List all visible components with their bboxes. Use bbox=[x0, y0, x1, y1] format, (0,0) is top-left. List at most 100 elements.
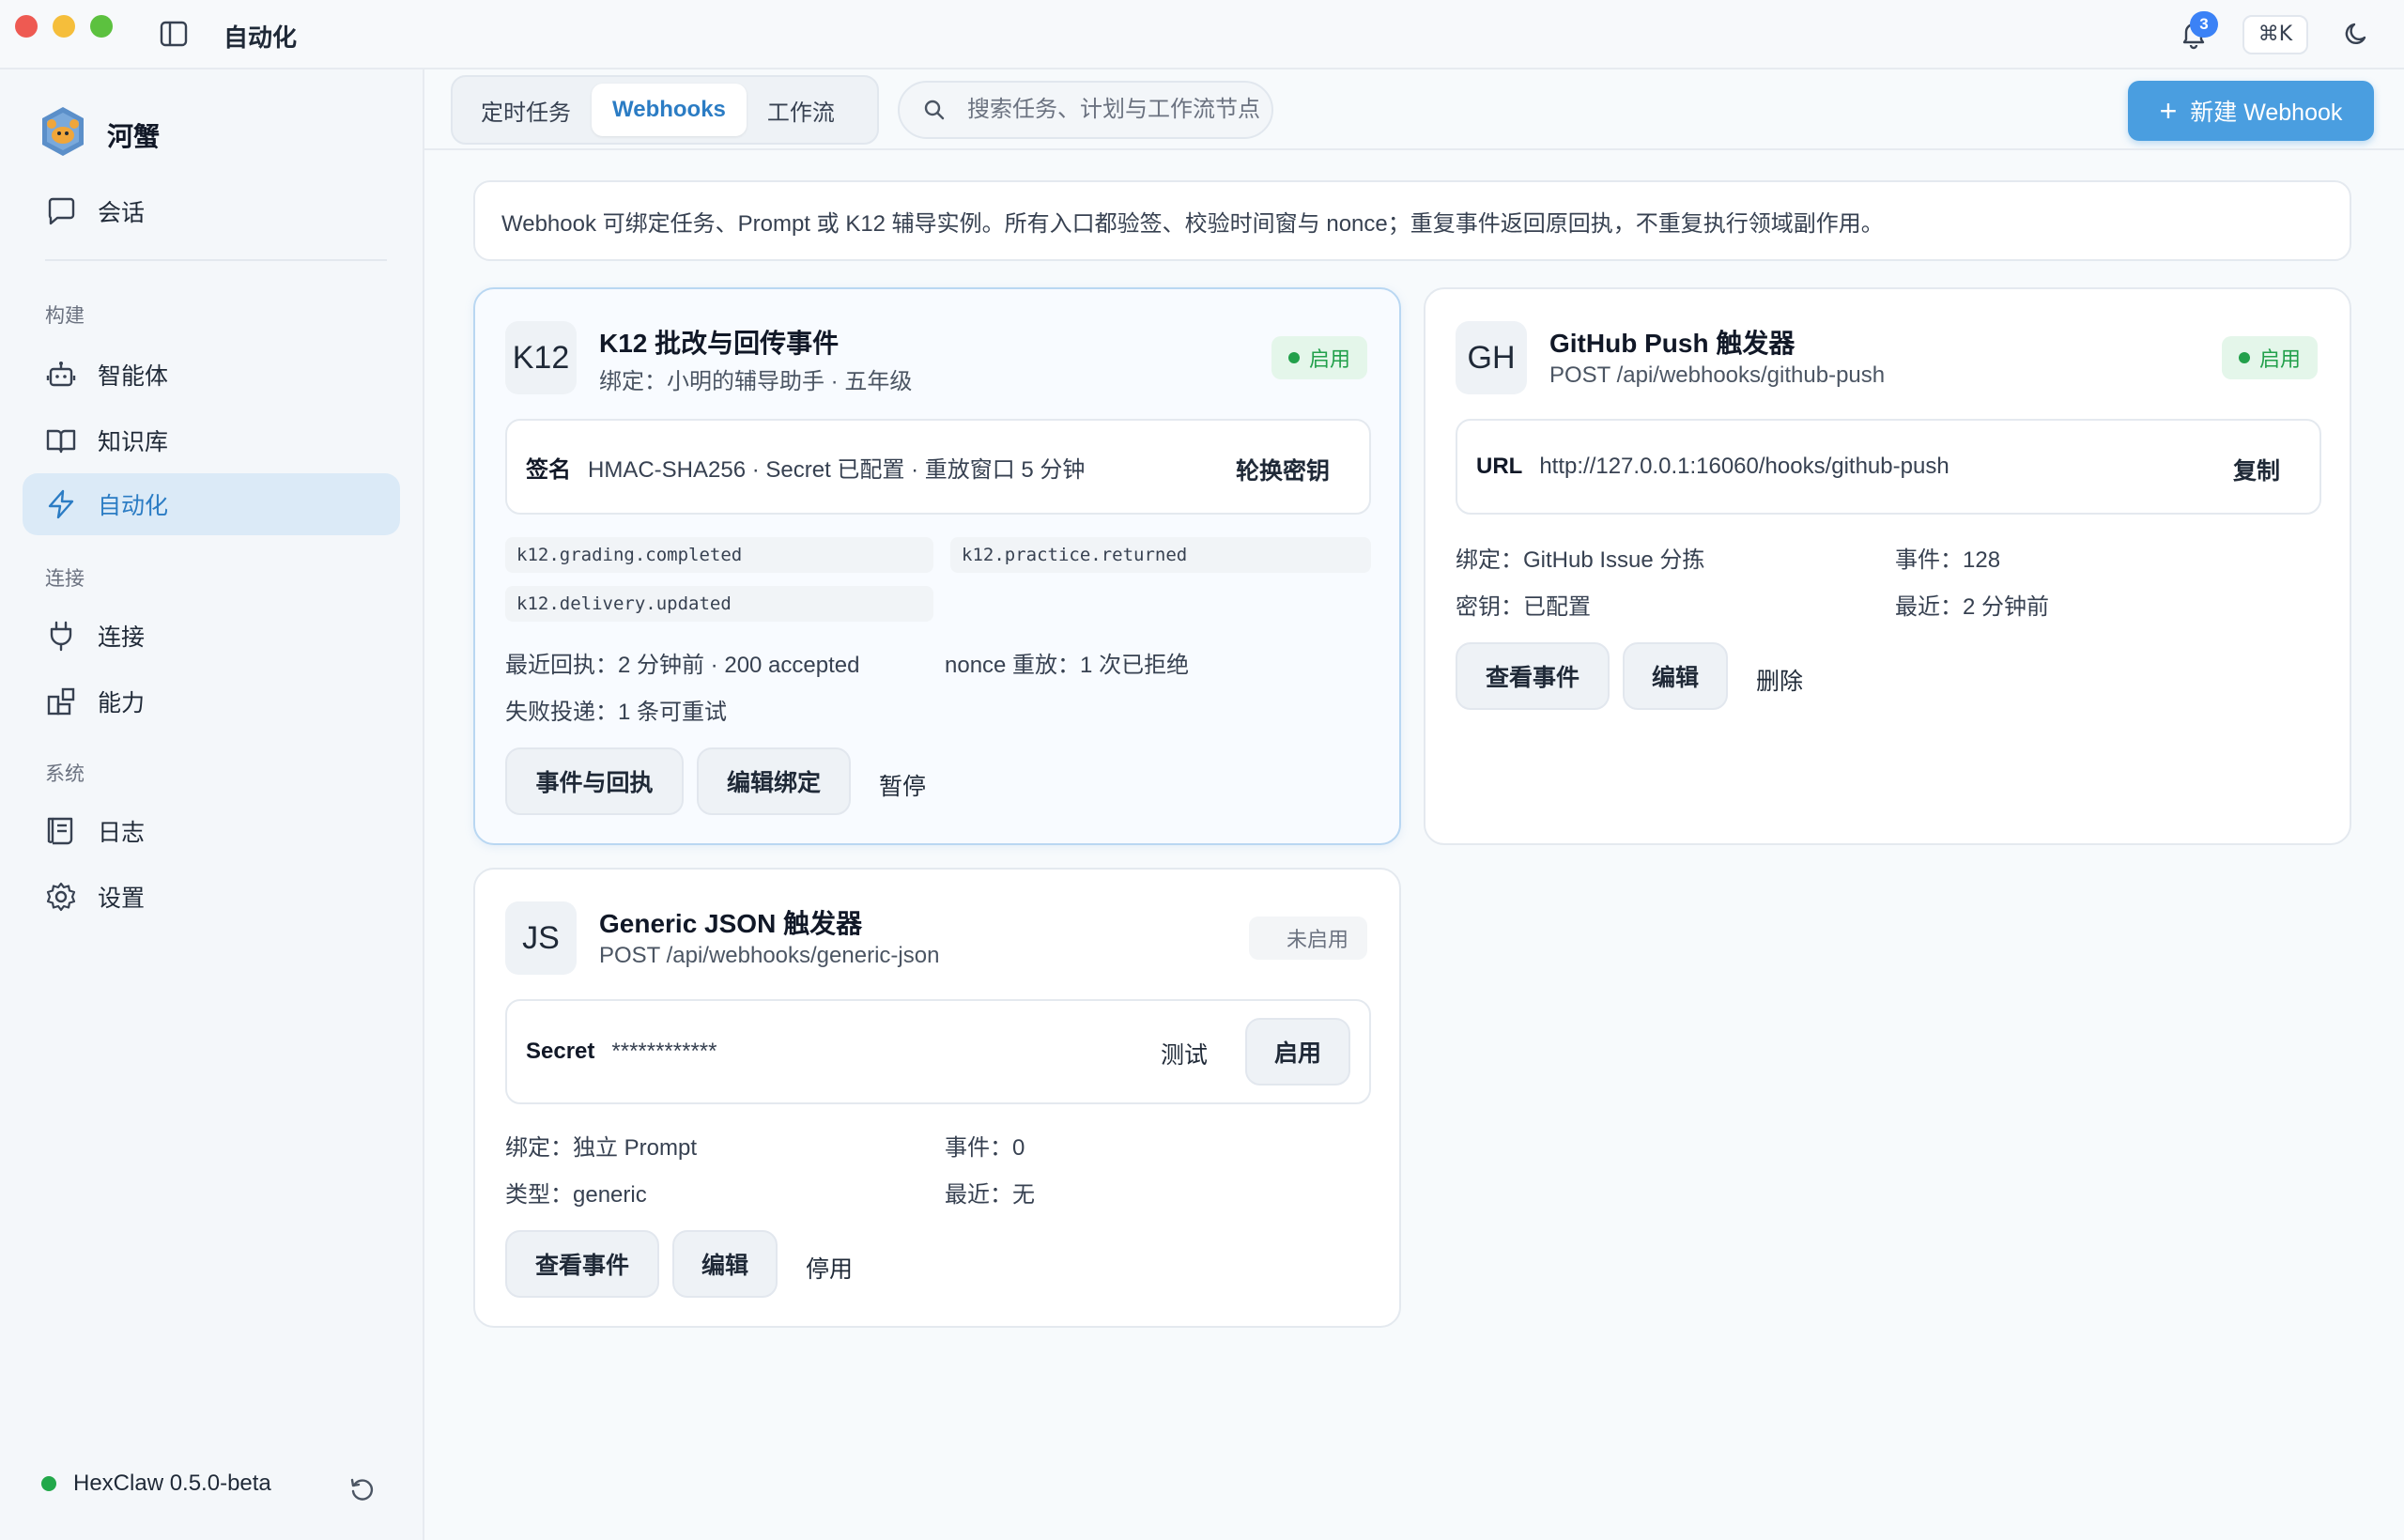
minimize-window-button[interactable] bbox=[53, 15, 75, 38]
sidebar-item-connections[interactable]: 连接 bbox=[23, 605, 400, 667]
section-label-connect: 连接 bbox=[45, 568, 85, 590]
failed-deliveries: 失败投递：1 条可重试 bbox=[505, 700, 728, 725]
webhook-subtitle: POST /api/webhooks/generic-json bbox=[599, 943, 940, 968]
book-icon bbox=[46, 429, 76, 454]
sidebar-item-settings[interactable]: 设置 bbox=[23, 866, 400, 928]
search-input[interactable] bbox=[967, 97, 1268, 123]
section-label-system: 系统 bbox=[45, 763, 85, 785]
rotate-secret-button[interactable]: 轮换密钥 bbox=[1236, 453, 1330, 486]
copy-url-button[interactable]: 复制 bbox=[2233, 453, 2280, 486]
recent-info: 最近：无 bbox=[945, 1182, 1035, 1208]
url-panel: URL http://127.0.0.1:16060/hooks/github-… bbox=[1456, 419, 2321, 515]
secret-panel: Secret ************ 测试 启用 bbox=[505, 999, 1371, 1104]
nonce-replay: nonce 重放：1 次已拒绝 bbox=[945, 653, 1190, 678]
online-status-dot bbox=[41, 1476, 56, 1491]
toolbar-divider bbox=[424, 148, 2404, 150]
crab-logo-icon bbox=[42, 107, 84, 156]
last-receipt: 最近回执：2 分钟前 · 200 accepted bbox=[505, 653, 860, 678]
signature-key: 签名 bbox=[526, 456, 571, 483]
plus-icon: + bbox=[2159, 93, 2178, 128]
sidebar-item-label: 知识库 bbox=[98, 429, 169, 455]
blocks-icon bbox=[47, 687, 75, 716]
sidebar-item-knowledge[interactable]: 知识库 bbox=[23, 409, 400, 471]
status-dot bbox=[1288, 352, 1300, 363]
sidebar-item-agents[interactable]: 智能体 bbox=[23, 344, 400, 406]
tab-webhooks[interactable]: Webhooks bbox=[592, 84, 747, 136]
refresh-icon[interactable] bbox=[347, 1474, 378, 1504]
webhook-subtitle: 绑定：小明的辅导助手 · 五年级 bbox=[599, 369, 913, 394]
event-tag: k12.delivery.updated bbox=[505, 586, 933, 622]
webhook-title: K12 批改与回传事件 bbox=[599, 329, 840, 358]
sidebar-item-label: 连接 bbox=[98, 624, 146, 651]
maximize-window-button[interactable] bbox=[90, 15, 113, 38]
secret-key: Secret bbox=[526, 1039, 595, 1064]
sidebar-item-label: 自动化 bbox=[98, 493, 169, 519]
status-label: 启用 bbox=[1309, 347, 1351, 371]
sidebar-divider bbox=[45, 259, 387, 261]
recent-info: 最近：2 分钟前 bbox=[1895, 594, 2050, 620]
notification-badge: 3 bbox=[2190, 11, 2218, 38]
webhook-subtitle: POST /api/webhooks/github-push bbox=[1549, 362, 1886, 388]
sidebar-item-label: 设置 bbox=[98, 886, 146, 912]
moon-icon[interactable] bbox=[2342, 19, 2372, 49]
status-badge: 未启用 bbox=[1249, 916, 1368, 960]
view-events-button[interactable]: 查看事件 bbox=[1456, 642, 1610, 710]
tab-workflows[interactable]: 工作流 bbox=[747, 84, 855, 136]
signature-panel: 签名 HMAC-SHA256 · Secret 已配置 · 重放窗口 5 分钟 … bbox=[505, 419, 1371, 515]
section-label-build: 构建 bbox=[45, 305, 85, 327]
status-badge: 启用 bbox=[2222, 336, 2319, 379]
brand-name: 河蟹 bbox=[107, 122, 161, 151]
test-button[interactable]: 测试 bbox=[1161, 1037, 1208, 1070]
chat-bubble-icon bbox=[48, 197, 75, 225]
search-icon bbox=[924, 100, 945, 120]
sidebar: 河蟹 会话 构建 智能体 知识库 自动化 连接 连接 能力 系统 日志 设置 H… bbox=[0, 69, 424, 1540]
secret-value: ************ bbox=[611, 1039, 717, 1064]
type-info: 类型：generic bbox=[505, 1182, 647, 1208]
delete-button[interactable]: 删除 bbox=[1756, 663, 1803, 697]
sidebar-toggle-icon[interactable] bbox=[160, 21, 188, 47]
edit-button[interactable]: 编辑 bbox=[1623, 642, 1728, 710]
enable-button[interactable]: 启用 bbox=[1245, 1018, 1350, 1086]
secret-info: 密钥：已配置 bbox=[1456, 594, 1591, 620]
app-version: HexClaw 0.5.0-beta bbox=[41, 1471, 271, 1497]
binding-info: 绑定：独立 Prompt bbox=[505, 1135, 698, 1161]
sidebar-item-chat[interactable]: 会话 bbox=[23, 180, 400, 242]
webhook-card-github[interactable]: GH GitHub Push 触发器 POST /api/webhooks/gi… bbox=[1424, 287, 2351, 845]
lightning-icon bbox=[48, 489, 74, 519]
close-window-button[interactable] bbox=[15, 15, 38, 38]
info-banner: Webhook 可绑定任务、Prompt 或 K12 辅导实例。所有入口都验签、… bbox=[473, 180, 2351, 261]
command-palette-button[interactable]: ⌘K bbox=[2242, 15, 2308, 54]
url-key: URL bbox=[1476, 454, 1523, 479]
tab-scheduled-tasks[interactable]: 定时任务 bbox=[460, 84, 592, 136]
webhook-avatar: K12 bbox=[505, 321, 577, 394]
events-receipts-button[interactable]: 事件与回执 bbox=[505, 747, 684, 815]
window-title: 自动化 bbox=[223, 23, 298, 52]
status-badge: 启用 bbox=[1271, 336, 1368, 379]
url-value: http://127.0.0.1:16060/hooks/github-push bbox=[1539, 454, 1949, 479]
webhook-card-k12[interactable]: K12 K12 批改与回传事件 绑定：小明的辅导助手 · 五年级 启用 签名 H… bbox=[473, 287, 1401, 845]
sidebar-item-automation[interactable]: 自动化 bbox=[23, 473, 400, 535]
webhook-title: Generic JSON 触发器 bbox=[599, 909, 863, 938]
view-tabs: 定时任务 Webhooks 工作流 bbox=[451, 75, 879, 145]
sidebar-item-label: 会话 bbox=[98, 200, 146, 226]
sidebar-item-label: 智能体 bbox=[98, 363, 169, 390]
search-box bbox=[898, 81, 1273, 139]
sidebar-item-capabilities[interactable]: 能力 bbox=[23, 670, 400, 732]
event-tag: k12.practice.returned bbox=[950, 537, 1371, 573]
pause-button[interactable]: 暂停 bbox=[879, 768, 926, 802]
disable-button[interactable]: 停用 bbox=[806, 1251, 853, 1285]
view-events-button[interactable]: 查看事件 bbox=[505, 1230, 659, 1298]
sidebar-item-label: 日志 bbox=[98, 820, 146, 846]
gear-icon bbox=[46, 882, 76, 912]
event-count: 事件：0 bbox=[945, 1135, 1025, 1161]
scroll-icon bbox=[47, 817, 73, 845]
sidebar-item-logs[interactable]: 日志 bbox=[23, 800, 400, 862]
webhook-card-generic[interactable]: JS Generic JSON 触发器 POST /api/webhooks/g… bbox=[473, 868, 1401, 1328]
robot-icon bbox=[46, 362, 76, 387]
webhook-avatar: JS bbox=[505, 901, 577, 975]
edit-button[interactable]: 编辑 bbox=[672, 1230, 778, 1298]
status-dot bbox=[2239, 352, 2250, 363]
new-webhook-button[interactable]: + 新建 Webhook bbox=[2128, 81, 2374, 141]
edit-binding-button[interactable]: 编辑绑定 bbox=[697, 747, 851, 815]
title-bar: 自动化 3 ⌘K bbox=[0, 0, 2404, 69]
